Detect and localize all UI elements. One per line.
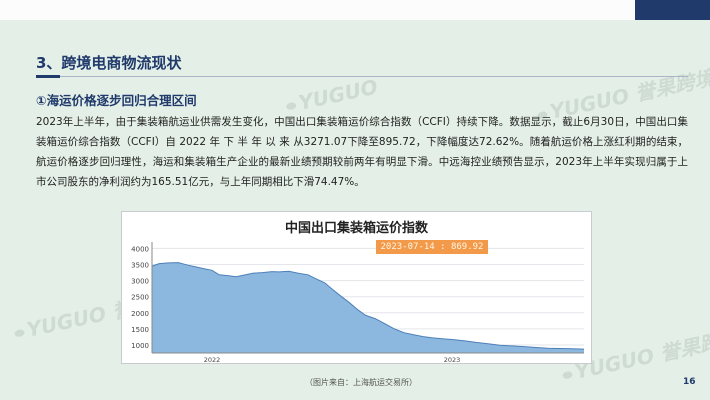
y-tick-label: 1500	[131, 326, 149, 334]
page-number: 16	[683, 377, 696, 387]
y-tick-label: 3000	[131, 278, 149, 286]
y-tick-label: 1000	[131, 342, 149, 350]
top-bar	[0, 0, 710, 20]
ccfi-chart: 中国出口集装箱运价指数 4000 3500 3000 2500 2000 1500 1000…	[121, 211, 592, 364]
y-tick-label: 3500	[131, 262, 149, 270]
section-divider	[36, 75, 688, 78]
y-tick-label: 2500	[131, 294, 149, 302]
chart-tooltip: 2023-07-14 : 869.92	[376, 240, 488, 254]
watermark-logo: YUGUO	[284, 75, 380, 118]
series-area	[152, 262, 584, 353]
chart-plot: 4000 3500 3000 2500 2000 1500 1000 2022 2023	[131, 242, 585, 364]
subsection-title: ①海运价格逐步回归合理区间	[36, 93, 197, 108]
divider-accent	[36, 75, 60, 78]
body-paragraph: 2023年上半年，由于集装箱航运业供需发生变化，中国出口集装箱运价综合指数（CC…	[36, 116, 688, 188]
image-source-caption: （图片来自：上海航运交易所）	[305, 378, 417, 387]
x-tick-label: 2022	[204, 356, 221, 364]
y-tick-label: 2000	[131, 310, 149, 318]
y-tick-label: 4000	[131, 245, 149, 253]
x-tick-label: 2023	[444, 356, 461, 364]
top-bar-accent	[635, 0, 710, 20]
section-title: 3、跨境电商物流现状	[36, 54, 182, 72]
